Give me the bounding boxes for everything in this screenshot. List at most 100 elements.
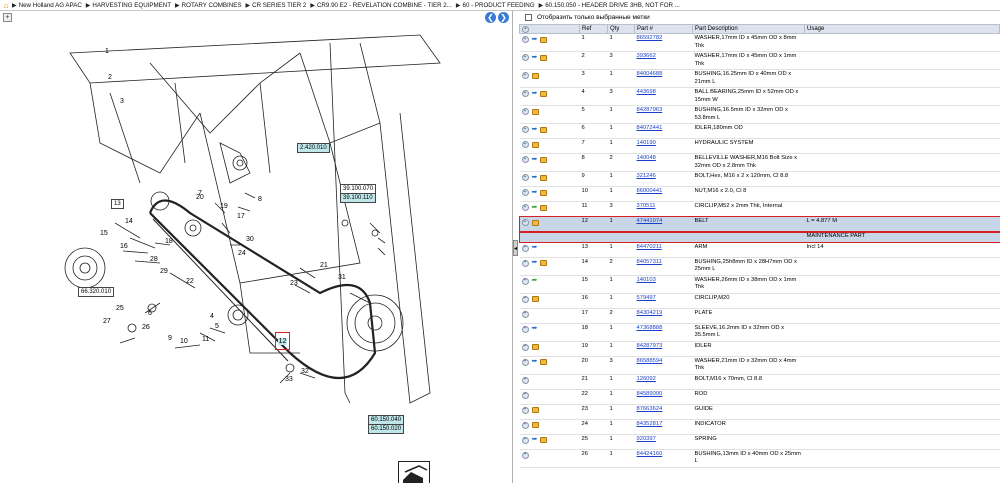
callout-23[interactable]: 23 xyxy=(290,280,298,287)
table-row[interactable]: +5 1 84287963 BUSHING,16.5mm ID x 32mm OD x… xyxy=(519,105,1000,124)
callout-18[interactable]: 18 xyxy=(165,238,173,245)
rotate-view-icon[interactable] xyxy=(398,461,430,483)
package-icon[interactable] xyxy=(531,108,539,115)
add-to-cart-icon[interactable]: + xyxy=(521,436,529,444)
breadcrumb-item[interactable]: ▶ 60 - PRODUCT FEEDING xyxy=(456,2,535,9)
table-row[interactable]: +22 1 84589000 ROD xyxy=(519,389,1000,405)
package-icon[interactable] xyxy=(531,344,539,350)
callout-1[interactable]: 1 xyxy=(105,48,109,55)
package-icon[interactable] xyxy=(531,296,539,302)
table-row[interactable]: +21 1 126092 BOLT,M16 x 70mm, Cl 8.8 xyxy=(519,374,1000,390)
callout-27[interactable]: 27 xyxy=(103,318,111,325)
package-icon[interactable] xyxy=(531,422,539,428)
table-row[interactable]: +3 1 84004688 BUSHING,16.25mm ID x 40mm OD … xyxy=(519,69,1000,88)
package-icon[interactable] xyxy=(540,156,548,163)
package-icon[interactable] xyxy=(540,126,548,133)
table-row[interactable]: + ➥ 1 1 86592782 WASHER,17mm ID x 45mm OD x 8… xyxy=(519,33,1000,52)
part-number-link[interactable]: 370511 xyxy=(637,203,656,209)
breadcrumb-item[interactable]: ▶ 60.150.050 - HEADER DRIVE 3HB, NOT FOR … xyxy=(539,2,680,9)
callout-32[interactable]: 32 xyxy=(301,368,309,375)
add-to-cart-icon[interactable]: + xyxy=(521,244,529,252)
callout-13[interactable]: 13 xyxy=(111,199,124,209)
add-to-cart-icon[interactable]: + xyxy=(521,189,529,196)
callout-6[interactable]: 6 xyxy=(148,310,152,317)
package-icon[interactable] xyxy=(540,90,548,97)
info-icon[interactable]: ➥ xyxy=(532,358,538,366)
breadcrumb-item[interactable]: ▶ HARVESTING EQUIPMENT xyxy=(86,2,171,9)
package-icon[interactable] xyxy=(540,204,548,211)
callout-8[interactable]: 8 xyxy=(258,196,262,203)
column-header[interactable]: Ref xyxy=(579,24,608,34)
breadcrumb-item[interactable]: ▶ CR9.90 E2 - REVELATION COMBINE - TIER 2… xyxy=(310,2,452,9)
package-icon[interactable] xyxy=(540,437,548,443)
add-to-cart-icon[interactable]: + xyxy=(521,343,529,351)
part-number-link[interactable]: 140190 xyxy=(637,140,656,146)
table-row[interactable]: +24 1 84352817 INDICATOR xyxy=(519,419,1000,435)
part-number-link[interactable]: 84287963 xyxy=(637,107,663,113)
table-row[interactable]: + ➥ 6 1 84072441 IDLER,180mm OD xyxy=(519,123,1000,139)
part-number-link[interactable]: 140103 xyxy=(637,277,656,283)
reference-label[interactable]: 66.320.010 xyxy=(78,287,115,297)
package-icon[interactable] xyxy=(531,219,539,226)
callout-9[interactable]: 9 xyxy=(168,335,172,342)
table-row[interactable]: + ➦ 11 3 370511 CIRCLIP,M52 x 2mm Thk, Intern… xyxy=(519,201,1000,217)
callout-15[interactable]: 15 xyxy=(100,230,108,237)
package-icon[interactable] xyxy=(540,174,548,181)
column-header[interactable]: Part # xyxy=(634,24,693,34)
add-to-cart-icon[interactable]: + xyxy=(521,295,529,303)
table-row[interactable]: + ➥ 4 3 443698 BALL BEARING,25mm ID x 52mm OD… xyxy=(519,87,1000,106)
callout-24[interactable]: 24 xyxy=(238,250,246,257)
table-row[interactable]: +26 1 84424160 BUSHING,13mm ID x 40mm OD x … xyxy=(519,449,1000,468)
callout-25[interactable]: 25 xyxy=(116,305,124,312)
callout-16[interactable]: 16 xyxy=(120,243,128,250)
callout-10[interactable]: 10 xyxy=(180,338,188,345)
callout-22[interactable]: 22 xyxy=(186,278,194,285)
next-page-icon[interactable]: ❯ xyxy=(498,11,509,23)
add-to-cart-icon[interactable]: + xyxy=(521,90,529,97)
part-number-link[interactable]: 84352817 xyxy=(637,421,663,427)
callout-5[interactable]: 5 xyxy=(215,323,219,330)
breadcrumb-item[interactable]: ▶ New Holland AG APAC xyxy=(12,2,82,9)
info-icon[interactable]: ➥ xyxy=(532,156,538,163)
add-all-icon[interactable]: + xyxy=(522,25,529,33)
info-icon[interactable]: ➥ xyxy=(532,174,538,181)
expand-icon[interactable]: + xyxy=(3,12,12,22)
info-icon[interactable]: ➥ xyxy=(532,325,538,333)
column-header[interactable]: + xyxy=(519,24,580,34)
reference-label[interactable]: 2.420.010 xyxy=(297,143,330,153)
table-row[interactable]: + ➥ 13 1 84470211 ARM Incl 14 xyxy=(519,242,1000,258)
package-icon[interactable] xyxy=(540,260,548,266)
table-row[interactable]: + ➥ 10 1 86000441 NUT,M16 x 2.0, Cl 8 xyxy=(519,186,1000,202)
table-row[interactable]: + ➦ 15 1 140103 WASHER,26mm ID x 38mm OD x 1m… xyxy=(519,275,1000,294)
add-to-cart-icon[interactable]: + xyxy=(521,219,529,226)
table-row[interactable]: + ➥ 8 2 140048 BELLEVILLE WASHER,M16 Bolt Siz… xyxy=(519,153,1000,172)
callout-33[interactable]: 33 xyxy=(285,376,293,383)
package-icon[interactable] xyxy=(540,359,548,365)
callout-30[interactable]: 30 xyxy=(246,236,254,243)
filter-checkbox[interactable] xyxy=(525,14,532,21)
table-row[interactable]: + ➥ 20 3 86588594 WASHER,21mm ID x 32mm OD x … xyxy=(519,356,1000,375)
part-number-link[interactable]: 84470211 xyxy=(637,244,662,250)
info-icon[interactable]: ➥ xyxy=(532,126,538,133)
add-to-cart-icon[interactable]: + xyxy=(521,36,529,43)
table-row[interactable]: + ➥ 18 1 47368888 SLEEVE,16.2mm ID x 32mm OD … xyxy=(519,323,1000,342)
table-row[interactable]: + ➥ 14 2 84057311 BUSHING,25h8mm ID x 28H7mm … xyxy=(519,257,1000,276)
reference-label[interactable]: 60.150.020 xyxy=(368,424,405,434)
part-number-link[interactable]: 47441074 xyxy=(637,218,663,224)
callout-28[interactable]: 28 xyxy=(150,256,158,263)
add-to-cart-icon[interactable]: + xyxy=(521,325,529,333)
part-number-link[interactable]: 393662 xyxy=(637,53,656,59)
part-number-link[interactable]: 84057311 xyxy=(637,259,662,265)
home-icon[interactable]: ⌂ xyxy=(0,0,12,10)
callout-19[interactable]: 19 xyxy=(220,203,228,210)
column-header[interactable]: Part Description xyxy=(692,24,805,34)
add-to-cart-icon[interactable]: + xyxy=(521,310,529,318)
callout-31[interactable]: 31 xyxy=(338,274,346,281)
table-row[interactable]: + ➥ 25 1 920397 SPRING xyxy=(519,434,1000,450)
previous-page-icon[interactable]: ❮ xyxy=(485,11,496,23)
callout-14[interactable]: 14 xyxy=(125,218,133,225)
info-icon[interactable]: ➥ xyxy=(532,436,538,444)
callout-29[interactable]: 29 xyxy=(160,268,168,275)
part-number-link[interactable]: 86592782 xyxy=(637,35,663,41)
part-number-link[interactable]: 920397 xyxy=(637,436,656,442)
